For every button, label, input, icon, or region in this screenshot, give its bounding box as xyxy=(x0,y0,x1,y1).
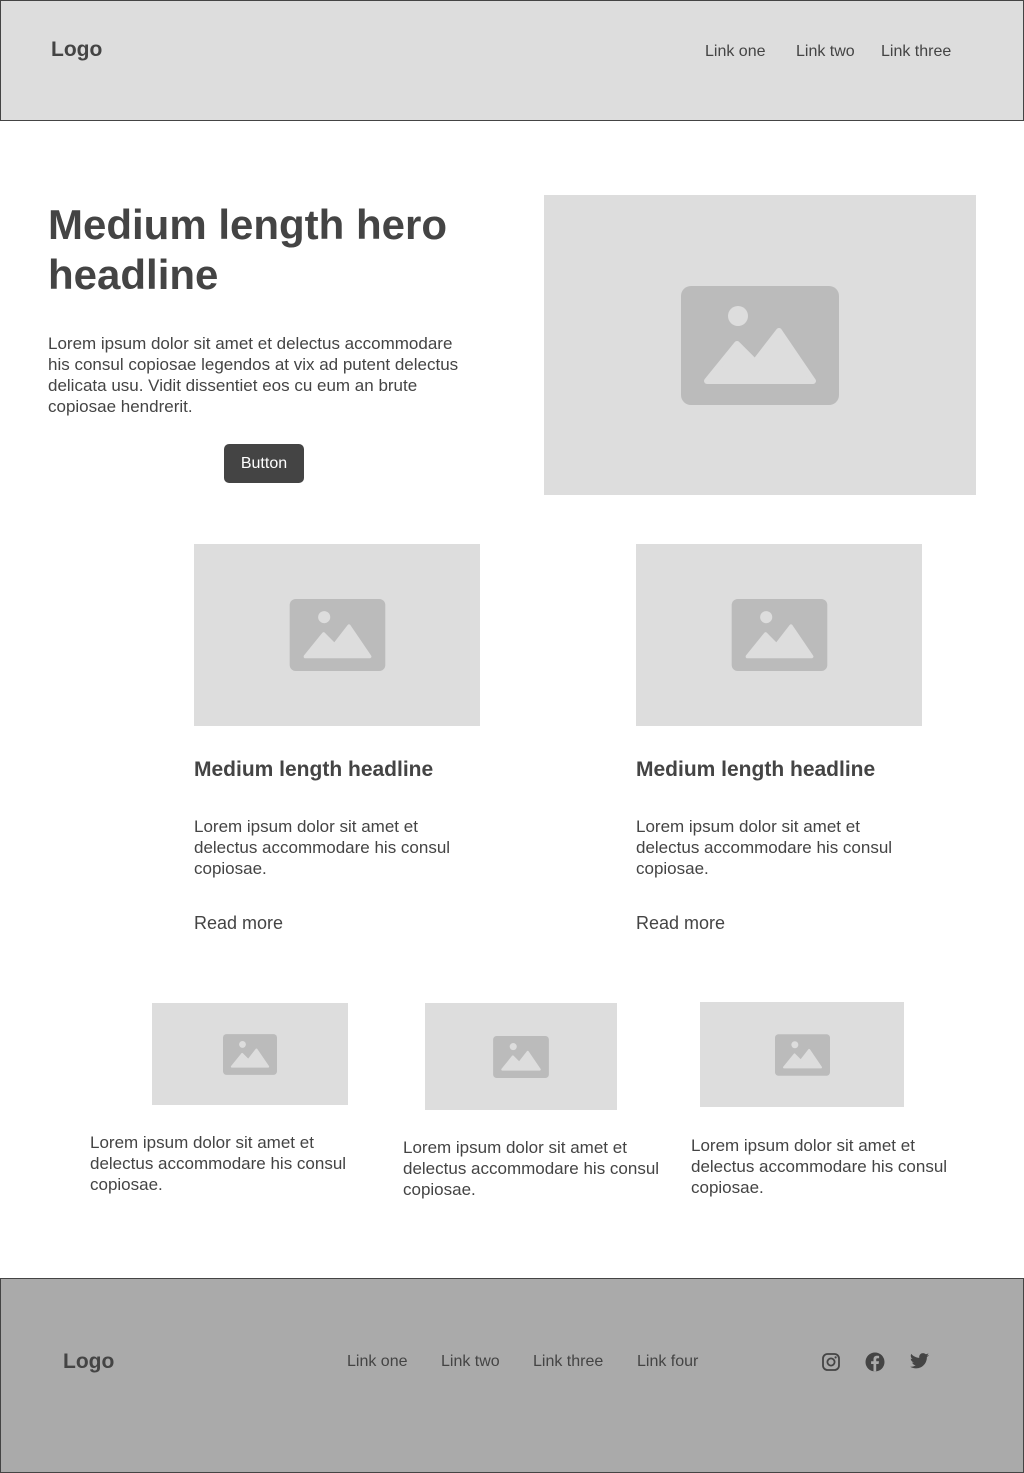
hero-headline: Medium length hero headline xyxy=(48,201,447,298)
header-link-three[interactable]: Link three xyxy=(881,43,951,61)
gallery-image xyxy=(152,1003,348,1105)
footer-link-four[interactable]: Link four xyxy=(637,1353,698,1371)
header-link-two[interactable]: Link two xyxy=(796,43,855,61)
footer-link-three[interactable]: Link three xyxy=(533,1353,603,1371)
image-icon xyxy=(681,285,839,405)
footer-link-one[interactable]: Link one xyxy=(347,1353,408,1371)
footer-link-two[interactable]: Link two xyxy=(441,1353,500,1371)
header-logo[interactable]: Logo xyxy=(51,38,102,62)
hero-button[interactable]: Button xyxy=(224,444,304,483)
read-more-link[interactable]: Read more xyxy=(194,913,283,934)
image-icon xyxy=(223,1033,277,1075)
instagram-icon[interactable] xyxy=(821,1352,841,1372)
feature-body-text: Lorem ipsum dolor sit amet et delectus a… xyxy=(194,817,451,878)
twitter-icon[interactable] xyxy=(908,1352,930,1372)
gallery-image xyxy=(700,1002,904,1107)
site-footer xyxy=(0,1278,1024,1473)
site-header xyxy=(0,0,1024,121)
feature-image xyxy=(194,544,480,726)
feature-body-text: Lorem ipsum dolor sit amet et delectus a… xyxy=(636,817,893,878)
gallery-image xyxy=(425,1003,617,1110)
image-icon xyxy=(289,599,386,671)
header-link-one[interactable]: Link one xyxy=(705,43,766,61)
feature-headline: Medium length headline xyxy=(194,758,434,781)
gallery-caption: Lorem ipsum dolor sit amet et delectus a… xyxy=(691,1136,948,1197)
gallery-caption: Lorem ipsum dolor sit amet et delectus a… xyxy=(90,1133,347,1194)
feature-headline: Medium length headline xyxy=(636,758,876,781)
footer-logo[interactable]: Logo xyxy=(63,1350,114,1374)
read-more-link[interactable]: Read more xyxy=(636,913,725,934)
feature-image xyxy=(636,544,922,726)
gallery-caption: Lorem ipsum dolor sit amet et delectus a… xyxy=(403,1138,660,1199)
image-icon xyxy=(493,1035,549,1078)
image-icon xyxy=(731,599,828,671)
hero-body-text: Lorem ipsum dolor sit amet et delectus a… xyxy=(48,334,459,416)
facebook-icon[interactable] xyxy=(865,1352,885,1372)
hero-image xyxy=(544,195,976,495)
image-icon xyxy=(774,1033,830,1076)
